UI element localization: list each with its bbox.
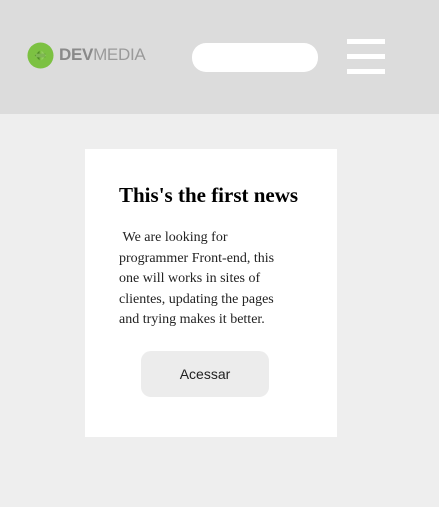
search-input[interactable]	[192, 43, 318, 72]
menu-bar-bottom	[347, 69, 385, 74]
site-header: DEVMEDIA	[0, 0, 439, 114]
news-body: We are looking for programmer Front-end,…	[119, 230, 278, 328]
logo-text-dev: DEV	[59, 45, 94, 64]
devmedia-logo[interactable]: DEVMEDIA	[27, 41, 146, 69]
logo-wordmark: DEVMEDIA	[59, 41, 146, 69]
menu-bar-middle	[347, 54, 385, 59]
news-title: This's the first news	[119, 183, 299, 207]
logo-text-media: MEDIA	[93, 45, 146, 64]
news-card: This's the first news We are looking for…	[85, 149, 337, 437]
access-button[interactable]: Acessar	[141, 351, 269, 397]
devmedia-logo-icon	[27, 41, 54, 69]
menu-bar-top	[347, 39, 385, 44]
hamburger-menu-button[interactable]	[347, 38, 385, 76]
